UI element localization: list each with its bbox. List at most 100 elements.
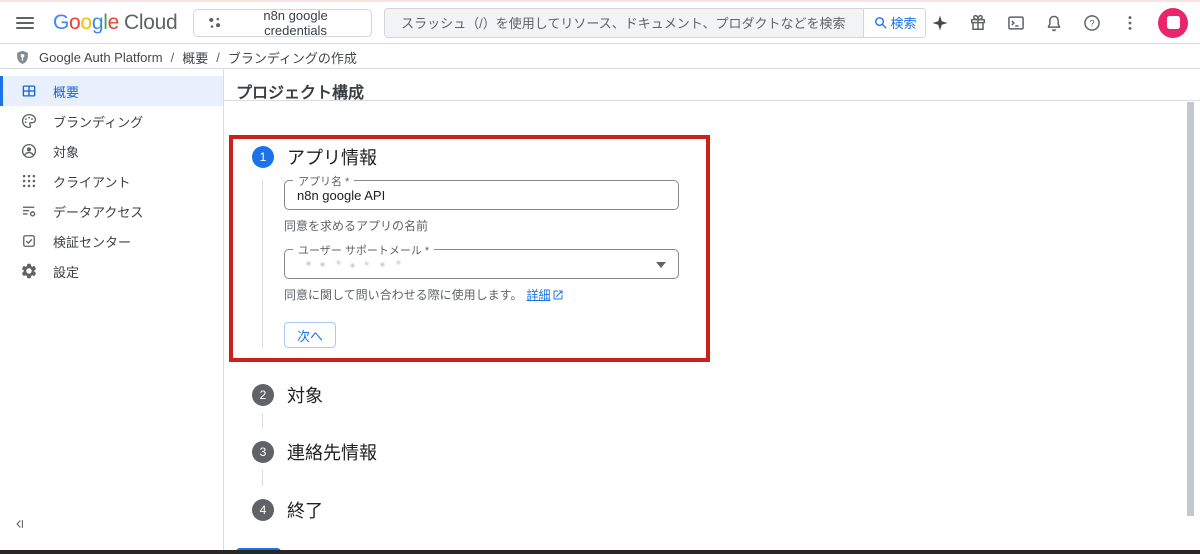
logo-cloud-text: Cloud: [124, 11, 177, 35]
step-1-number-badge: 1: [252, 146, 274, 168]
sidebar-item-audience[interactable]: 対象: [0, 136, 223, 166]
learn-more-label: 詳細: [526, 286, 550, 303]
google-cloud-logo[interactable]: Google Cloud: [53, 11, 177, 35]
cloud-shell-icon: [1006, 13, 1026, 33]
stepper-connector: [262, 413, 263, 429]
logo-letter: g: [92, 11, 103, 35]
free-trial-button[interactable]: [964, 9, 992, 37]
step-3-title: 連絡先情報: [287, 439, 377, 465]
notifications-bell-icon: [1044, 13, 1064, 33]
logo-letter: o: [80, 11, 91, 35]
overview-icon: [20, 82, 38, 100]
sidebar-item-label: ブランディング: [53, 112, 143, 131]
verification-icon: [20, 232, 38, 250]
sidebar-item-clients[interactable]: クライアント: [0, 166, 223, 196]
stepper-connector: [262, 470, 263, 486]
helper-text: 同意を求めるアプリの名前: [284, 217, 428, 234]
breadcrumb-overview[interactable]: 概要: [182, 48, 208, 67]
breadcrumb-product[interactable]: Google Auth Platform: [39, 50, 163, 65]
sidebar-item-settings[interactable]: 設定: [0, 256, 223, 286]
data-access-icon: [20, 202, 38, 220]
main-content: プロジェクト構成 1 アプリ情報 アプリ名 * n8n google API 同…: [224, 69, 1200, 554]
window-bottom-edge: [0, 550, 1200, 554]
step-3-header: 3 連絡先情報: [252, 439, 377, 465]
search-input[interactable]: スラッシュ（/）を使用してリソース、ドキュメント、プロダクトなどを検索: [385, 9, 863, 37]
sidebar-item-label: クライアント: [53, 172, 130, 191]
clients-grid-icon: [20, 172, 38, 190]
external-link-icon: [552, 289, 564, 301]
project-selector-label: n8n google credentials: [232, 8, 359, 38]
hamburger-menu-button[interactable]: [6, 3, 45, 43]
gemini-sparkle-icon: [930, 13, 950, 33]
gemini-button[interactable]: [926, 9, 954, 37]
search-placeholder: スラッシュ（/）を使用してリソース、ドキュメント、プロダクトなどを検索: [401, 13, 845, 32]
gift-icon: [968, 13, 988, 33]
search-icon: [873, 15, 888, 30]
sidebar-item-overview[interactable]: 概要: [0, 76, 223, 106]
audience-icon: [20, 142, 38, 160]
logo-letter: e: [108, 11, 119, 35]
sidebar-item-verification-center[interactable]: 検証センター: [0, 226, 223, 256]
step-4-title: 終了: [287, 497, 323, 523]
more-options-button[interactable]: [1116, 9, 1144, 37]
search-button-label: 検索: [891, 13, 917, 32]
sidebar-item-label: データアクセス: [53, 202, 143, 221]
sidebar-item-label: 設定: [53, 262, 79, 281]
help-button[interactable]: ?: [1078, 9, 1106, 37]
app-name-helper-text: 同意を求めるアプリの名前: [284, 217, 428, 234]
step-2-number-badge: 2: [252, 384, 274, 406]
svg-text:?: ?: [1089, 18, 1094, 28]
project-selector-button[interactable]: n8n google credentials: [193, 9, 372, 37]
logo-letter: G: [53, 11, 69, 35]
sidebar-item-label: 対象: [53, 142, 79, 161]
collapse-sidebar-icon: [14, 517, 28, 531]
sidebar-item-branding[interactable]: ブランディング: [0, 106, 223, 136]
next-button[interactable]: 次へ: [284, 322, 336, 348]
vertical-scrollbar-thumb[interactable]: [1187, 102, 1194, 516]
sidebar-nav: 概要 ブランディング 対象: [0, 69, 224, 550]
sidebar-item-data-access[interactable]: データアクセス: [0, 196, 223, 226]
google-cloud-console: Google Cloud n8n google credentials スラッシ…: [0, 0, 1200, 554]
global-search: スラッシュ（/）を使用してリソース、ドキュメント、プロダクトなどを検索 検索: [384, 8, 926, 38]
step-2-header: 2 対象: [252, 382, 323, 408]
breadcrumb-separator: /: [216, 50, 220, 65]
logo-letter: o: [69, 11, 80, 35]
hamburger-icon: [16, 17, 34, 29]
breadcrumb-separator: /: [171, 50, 175, 65]
app-name-label: アプリ名 *: [293, 173, 354, 189]
support-email-helper-text: 同意に関して問い合わせる際に使用します。 詳細: [284, 286, 564, 303]
step-1-header: 1 アプリ情報: [252, 144, 377, 170]
step-4-header: 4 終了: [252, 497, 323, 523]
step-3-number-badge: 3: [252, 441, 274, 463]
account-avatar[interactable]: [1158, 8, 1188, 38]
app-name-value: n8n google API: [297, 188, 385, 203]
breadcrumb: Google Auth Platform / 概要 / ブランディングの作成: [0, 46, 1200, 69]
cloud-shell-button[interactable]: [1002, 9, 1030, 37]
step-1-title: アプリ情報: [287, 144, 377, 170]
topbar-actions: ?: [926, 8, 1200, 38]
app-name-field[interactable]: アプリ名 * n8n google API: [284, 180, 679, 210]
top-bar: Google Cloud n8n google credentials スラッシ…: [0, 0, 1200, 44]
avatar-inner-square: [1167, 16, 1180, 29]
support-email-redacted-value: [307, 262, 427, 270]
sidebar-item-label: 検証センター: [53, 232, 131, 251]
notifications-button[interactable]: [1040, 9, 1068, 37]
sidebar-item-label: 概要: [53, 82, 79, 101]
support-email-dropdown[interactable]: ユーザー サポートメール *: [284, 249, 679, 279]
learn-more-link[interactable]: 詳細: [526, 286, 564, 303]
step-4-number-badge: 4: [252, 499, 274, 521]
more-vertical-icon: [1120, 13, 1140, 33]
dropdown-arrow-icon[interactable]: [656, 262, 666, 268]
settings-gear-icon: [20, 262, 38, 280]
step-2-title: 対象: [287, 382, 323, 408]
support-email-label: ユーザー サポートメール *: [293, 242, 434, 258]
header-divider: [224, 100, 1200, 101]
collapse-sidebar-button[interactable]: [14, 517, 28, 534]
help-icon: ?: [1082, 13, 1102, 33]
search-button[interactable]: 検索: [863, 9, 925, 37]
stepper-connector: [262, 179, 263, 348]
auth-platform-shield-icon: [14, 49, 31, 66]
palette-icon: [20, 112, 38, 130]
project-dots-icon: [206, 14, 224, 32]
helper-text: 同意に関して問い合わせる際に使用します。: [284, 286, 522, 303]
